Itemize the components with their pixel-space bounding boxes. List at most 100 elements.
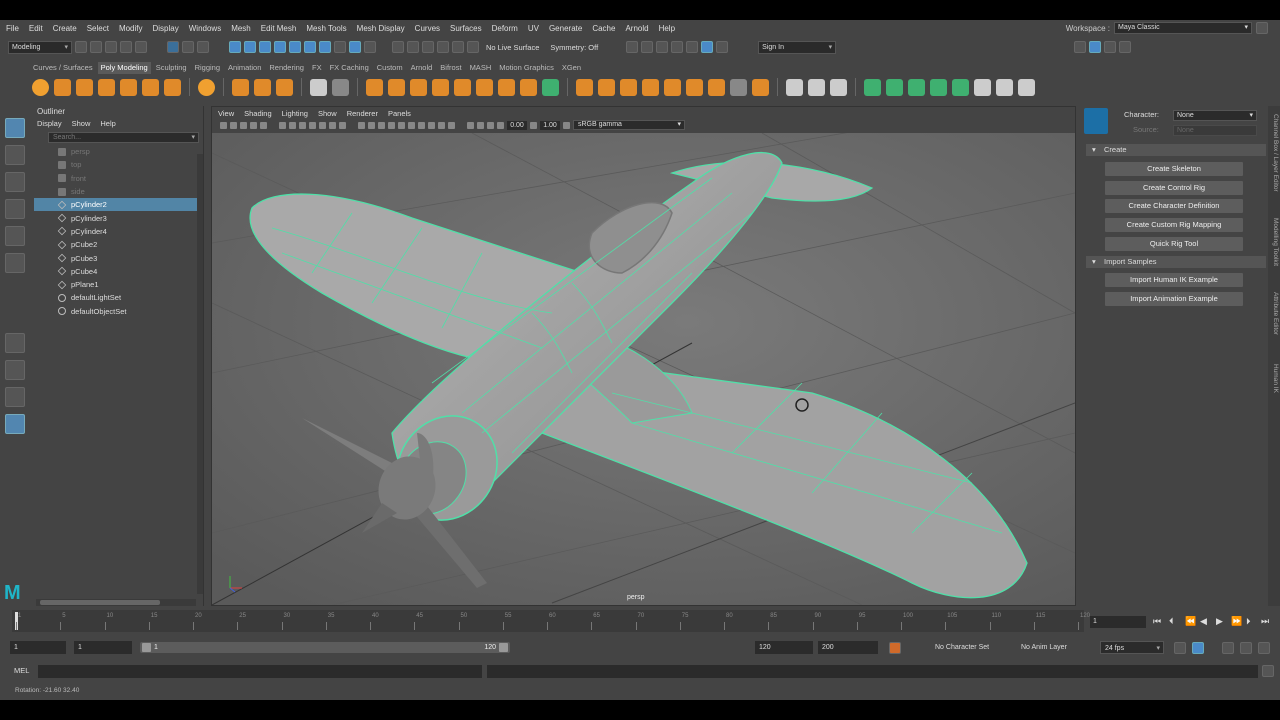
- save-scene-icon[interactable]: [105, 41, 117, 53]
- isolate-select-icon[interactable]: [467, 121, 474, 129]
- anti-aliasing-icon[interactable]: [438, 121, 445, 129]
- planar-uv-icon[interactable]: [886, 78, 903, 96]
- textured-icon[interactable]: [388, 121, 395, 129]
- menu-uv[interactable]: UV: [528, 24, 539, 33]
- separate-icon[interactable]: [388, 78, 405, 96]
- viewport-scene[interactable]: [212, 133, 1075, 605]
- render-frame-icon[interactable]: [626, 41, 639, 53]
- snap-vertex-icon[interactable]: [452, 41, 464, 53]
- poly-soccer-ball-icon[interactable]: [198, 78, 215, 96]
- paint-select-tool-icon[interactable]: [5, 172, 25, 192]
- workspace-dropdown[interactable]: Maya Classic: [1114, 22, 1252, 34]
- menu-generate[interactable]: Generate: [549, 24, 582, 33]
- select-camera-icon[interactable]: [220, 121, 227, 129]
- render-settings-icon[interactable]: [671, 41, 684, 53]
- poly-cube-icon[interactable]: [54, 78, 71, 96]
- auto-key-icon[interactable]: [889, 642, 901, 654]
- character-dropdown[interactable]: None: [1173, 110, 1257, 121]
- poly-cone-icon[interactable]: [98, 78, 115, 96]
- retopologize-icon[interactable]: [520, 78, 537, 96]
- snap-view-icon[interactable]: [422, 41, 434, 53]
- menu-help[interactable]: Help: [659, 24, 675, 33]
- side-tab-modelling-toolkit[interactable]: Modelling Toolkit: [1269, 218, 1279, 266]
- shelf-tab-motion-graphics[interactable]: Motion Graphics: [496, 62, 557, 74]
- side-tab-channel-box-layer-editor[interactable]: Channel Box / Layer Editor: [1269, 114, 1279, 192]
- menu-windows[interactable]: Windows: [189, 24, 221, 33]
- shelf-tab-fx[interactable]: FX: [309, 62, 325, 74]
- extract-icon[interactable]: [410, 78, 427, 96]
- bookmarks-icon[interactable]: [240, 121, 247, 129]
- grease-pencil-icon[interactable]: [260, 121, 267, 129]
- viewport-menu-lighting[interactable]: Lighting: [282, 109, 308, 118]
- combine-icon[interactable]: [366, 78, 383, 96]
- sew-uv-icon[interactable]: [1018, 78, 1035, 96]
- outliner-menu-display[interactable]: Display: [37, 119, 62, 128]
- menu-cache[interactable]: Cache: [592, 24, 615, 33]
- safe-title-icon[interactable]: [339, 121, 346, 129]
- source-dropdown[interactable]: None: [1173, 125, 1257, 136]
- step-forward-key-icon[interactable]: ⏩: [1231, 616, 1242, 626]
- merge-icon[interactable]: [686, 78, 703, 96]
- outliner-item[interactable]: front: [34, 172, 203, 185]
- outliner-item[interactable]: pCylinder4: [34, 225, 203, 238]
- smooth-icon[interactable]: [454, 78, 471, 96]
- shelf-tab-sculpting[interactable]: Sculpting: [153, 62, 190, 74]
- outliner-item[interactable]: pCube4: [34, 265, 203, 278]
- outliner-item[interactable]: top: [34, 158, 203, 171]
- menu-mesh[interactable]: Mesh: [231, 24, 251, 33]
- range-slider[interactable]: 1 120: [140, 642, 510, 653]
- exposure-icon[interactable]: [497, 121, 504, 129]
- audio-icon[interactable]: [1222, 642, 1234, 654]
- outliner-horizontal-scrollbar[interactable]: [36, 599, 196, 606]
- film-gate-icon[interactable]: [289, 121, 296, 129]
- select-component-icon[interactable]: [197, 41, 209, 53]
- safe-action-icon[interactable]: [329, 121, 336, 129]
- shelf-tab-custom[interactable]: Custom: [374, 62, 406, 74]
- outliner-item[interactable]: pCube3: [34, 251, 203, 264]
- spherical-uv-icon[interactable]: [930, 78, 947, 96]
- play-forwards-icon[interactable]: ▶: [1216, 616, 1225, 626]
- range-start-handle[interactable]: [142, 643, 151, 652]
- viewport-menu-panels[interactable]: Panels: [388, 109, 411, 118]
- wireframe-on-shaded-icon[interactable]: [378, 121, 385, 129]
- camera-attributes-icon[interactable]: [230, 121, 237, 129]
- viewport-menu-renderer[interactable]: Renderer: [347, 109, 378, 118]
- shelf-tab-rigging[interactable]: Rigging: [192, 62, 223, 74]
- menu-mesh-tools[interactable]: Mesh Tools: [306, 24, 346, 33]
- select-uv-icon[interactable]: [274, 41, 286, 53]
- select-hierarchy-icon[interactable]: [167, 41, 179, 53]
- menu-modify[interactable]: Modify: [119, 24, 143, 33]
- shelf-tab-animation[interactable]: Animation: [225, 62, 264, 74]
- shelf-tab-poly-modeling[interactable]: Poly Modeling: [97, 62, 151, 74]
- snap-surface-icon[interactable]: [437, 41, 449, 53]
- snap-grid-icon[interactable]: [364, 41, 376, 53]
- step-forward-frame-icon[interactable]: ⏵: [1246, 616, 1255, 626]
- undo-icon[interactable]: [120, 41, 132, 53]
- script-editor-icon[interactable]: [1262, 665, 1274, 677]
- shelf-tab-curves-surfaces[interactable]: Curves / Surfaces: [30, 62, 96, 74]
- menu-edit[interactable]: Edit: [29, 24, 43, 33]
- color-management-icon[interactable]: [563, 121, 570, 129]
- scale-tool-icon[interactable]: [5, 253, 25, 273]
- create-control-rig-button[interactable]: Create Control Rig: [1105, 180, 1243, 195]
- menu-set-dropdown[interactable]: Modeling: [8, 40, 72, 54]
- extrude-icon[interactable]: [576, 78, 593, 96]
- cylindrical-uv-icon[interactable]: [908, 78, 925, 96]
- animation-end-field[interactable]: 200: [818, 641, 878, 654]
- symmetry-label[interactable]: Symmetry: Off: [550, 43, 598, 52]
- select-curve-icon[interactable]: [289, 41, 301, 53]
- animation-start-field[interactable]: 1: [10, 641, 66, 654]
- select-tool-icon[interactable]: [5, 118, 25, 138]
- view-transform-dropdown[interactable]: sRGB gamma: [573, 120, 685, 130]
- persp-outliner-layout-icon[interactable]: [5, 387, 25, 407]
- step-back-frame-icon[interactable]: ⏴: [1169, 616, 1178, 626]
- circularize-icon[interactable]: [730, 78, 747, 96]
- wireframe-icon[interactable]: [358, 121, 365, 129]
- viewport-menu-shading[interactable]: Shading: [244, 109, 272, 118]
- poly-torus-icon[interactable]: [120, 78, 137, 96]
- select-face-icon[interactable]: [259, 41, 271, 53]
- arnold-render-icon[interactable]: [701, 41, 714, 53]
- collapse-icon[interactable]: [708, 78, 725, 96]
- sign-in-dropdown[interactable]: Sign In: [758, 40, 837, 54]
- outliner-item[interactable]: defaultLightSet: [34, 291, 203, 304]
